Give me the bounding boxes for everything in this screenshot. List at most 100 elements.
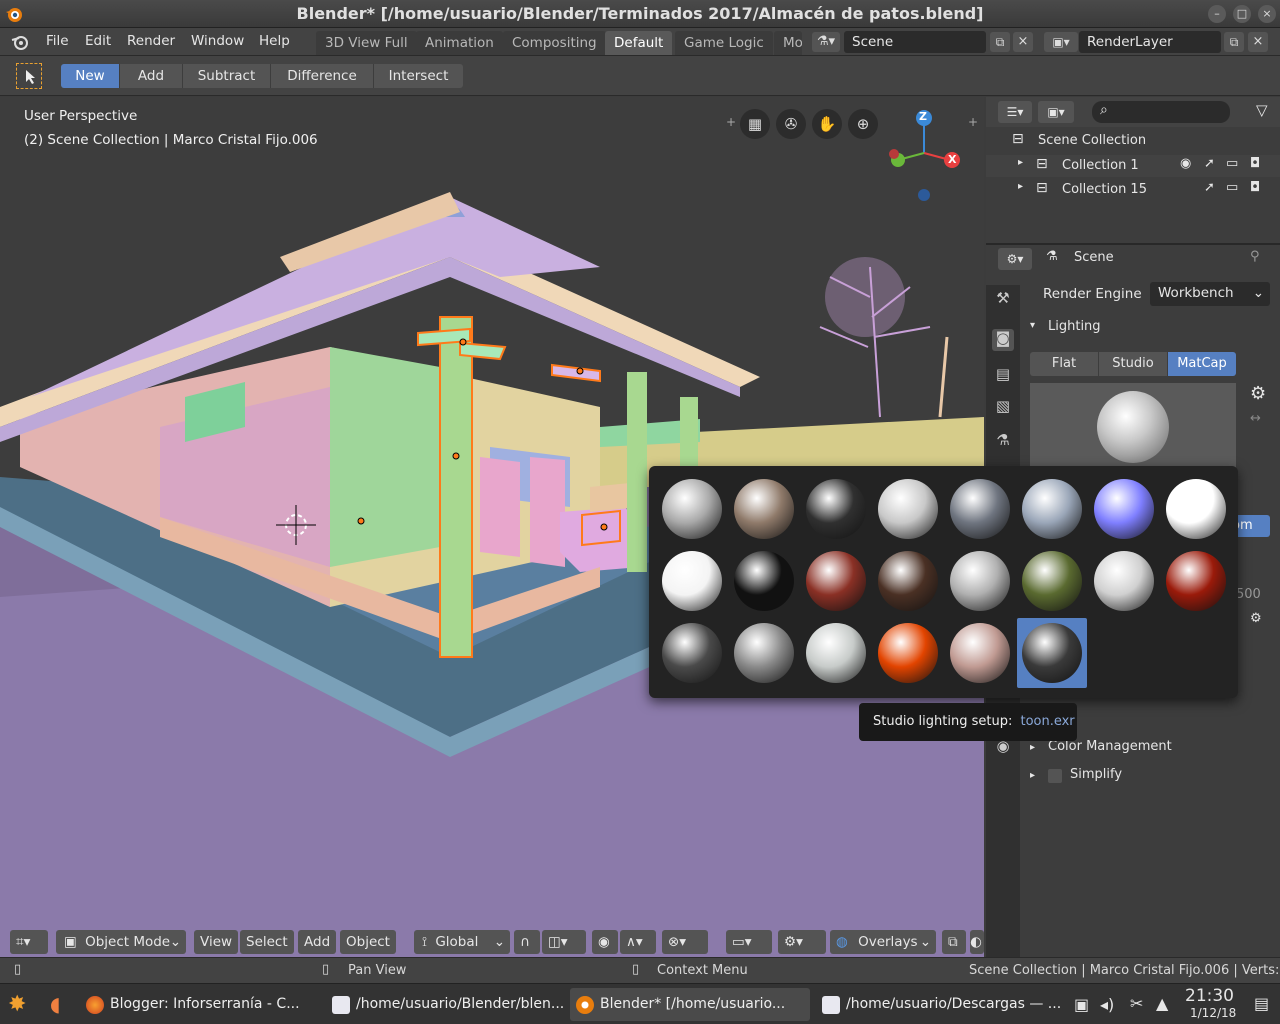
transform-orientation-selector[interactable]: ⟟ Global ⌄	[414, 930, 510, 954]
render-layer-selector[interactable]: RenderLayer	[1079, 31, 1221, 53]
minimize-button[interactable]: –	[1208, 5, 1226, 23]
dolphin-icon[interactable]: ◖	[50, 992, 72, 1016]
matcap-option-studio-silver[interactable]	[801, 618, 871, 688]
show-object-types-icon[interactable]: ▭▾	[726, 930, 772, 954]
notifications-icon[interactable]: ▣	[1074, 995, 1089, 1014]
shading-icon[interactable]: ◐	[970, 930, 984, 954]
difference-mode-button[interactable]: Difference	[271, 64, 374, 88]
outliner-item-collection-15[interactable]: ▸ ⊟ Collection 15 ➚ ▭ ◘	[986, 179, 1280, 201]
gizmo-toggle-icon[interactable]: ⚙▾	[778, 930, 826, 954]
menu-edit[interactable]: Edit	[85, 33, 111, 49]
matcap-option-clay-studio[interactable]	[657, 546, 727, 616]
falloff-icon[interactable]: ∧▾	[620, 930, 656, 954]
close-button[interactable]: ×	[1258, 5, 1276, 23]
render-layer-icon[interactable]: ▣▾	[1044, 32, 1078, 52]
matcap-option-clay-brown[interactable]	[945, 618, 1015, 688]
tab-game-logic[interactable]: Game Logic	[675, 31, 773, 55]
network-icon[interactable]: ▲	[1156, 994, 1168, 1013]
task-firefox[interactable]: Blogger: Inforserranía - C...	[80, 988, 320, 1021]
intersect-mode-button[interactable]: Intersect	[374, 64, 463, 88]
display-mode-icon[interactable]: ▣▾	[1038, 101, 1074, 123]
expand-left-icon[interactable]: +	[726, 115, 736, 129]
matcap-option-basic-1[interactable]	[657, 474, 727, 544]
output-tab-icon[interactable]: ▤	[992, 365, 1014, 387]
editor-type-icon[interactable]: ⌗▾	[10, 930, 48, 954]
camera-icon[interactable]: ◘	[1250, 156, 1260, 171]
new-mode-button[interactable]: New	[61, 64, 120, 88]
object-mode-selector[interactable]: ▣ Object Mode ⌄	[56, 930, 186, 954]
pin-icon[interactable]: ⚲	[1250, 249, 1260, 264]
zoom-icon[interactable]: ⊕	[848, 109, 878, 139]
filter-icon[interactable]: ▽	[1256, 101, 1268, 119]
pivot-icon[interactable]: ⊗▾	[662, 930, 708, 954]
matcap-option-basic-2[interactable]	[729, 474, 799, 544]
select-arrow-icon[interactable]: ➚	[1204, 156, 1215, 171]
expand-arrow-icon[interactable]: ▸	[1018, 181, 1023, 192]
expand-arrow-icon[interactable]: ▸	[1018, 157, 1023, 168]
menu-view[interactable]: View	[194, 930, 239, 954]
lighting-flat-button[interactable]: Flat	[1030, 352, 1098, 376]
monitor-icon[interactable]: ▭	[1226, 156, 1238, 171]
outliner-item-scene-collection[interactable]: ⊟ Scene Collection	[1012, 131, 1280, 153]
menu-window[interactable]: Window	[191, 33, 244, 49]
proportional-edit-icon[interactable]: ◉	[592, 930, 618, 954]
scene-tab-icon[interactable]: ⚗	[992, 431, 1014, 453]
blender-menu-icon[interactable]	[10, 33, 30, 51]
task-file-manager-2[interactable]: /home/usuario/Descargas — ...	[816, 988, 1060, 1021]
outliner-search-input[interactable]: ⌕	[1092, 101, 1230, 123]
matcap-option-basic-side[interactable]	[873, 474, 943, 544]
render-tab-icon[interactable]: ◙	[992, 329, 1014, 351]
select-box-tool-icon[interactable]	[16, 63, 42, 89]
matcap-option-basic-dark[interactable]	[801, 474, 871, 544]
matcap-option-reflection-check[interactable]	[1089, 546, 1159, 616]
menu-render[interactable]: Render	[127, 33, 175, 49]
camera-view-icon[interactable]: ✇	[776, 109, 806, 139]
view-layer-tab-icon[interactable]: ▧	[992, 397, 1014, 419]
select-arrow-icon[interactable]: ➚	[1204, 180, 1215, 195]
tab-default[interactable]: Default	[605, 31, 673, 55]
scene-selector[interactable]: Scene	[844, 31, 986, 53]
scene-icon[interactable]: ⚗▾	[812, 32, 840, 52]
kde-menu-icon[interactable]: ✸	[8, 992, 34, 1018]
tab-compositing[interactable]: Compositing	[503, 31, 606, 55]
clock-time[interactable]: 21:30	[1185, 986, 1234, 1006]
pan-hand-icon[interactable]: ✋	[812, 109, 842, 139]
panel-settings-icon[interactable]: ▤	[1254, 994, 1269, 1013]
new-scene-icon[interactable]: ⧉	[990, 32, 1010, 52]
lighting-matcap-button[interactable]: MatCap	[1168, 352, 1236, 376]
matcap-option-skin[interactable]	[657, 618, 727, 688]
clipboard-icon[interactable]: ✂	[1130, 994, 1143, 1013]
matcap-option-resin[interactable]	[1161, 546, 1231, 616]
tab-animation[interactable]: Animation	[416, 31, 503, 55]
eye-icon[interactable]: ◉	[1180, 156, 1191, 171]
task-file-manager-1[interactable]: /home/usuario/Blender/blen...	[326, 988, 566, 1021]
simplify-header[interactable]: ▸ Simplify	[1030, 767, 1278, 789]
menu-object[interactable]: Object	[340, 930, 396, 954]
tab-3d-view-full[interactable]: 3D View Full	[316, 31, 417, 55]
properties-editor-icon[interactable]: ⚙▾	[998, 248, 1032, 270]
snap-target-icon[interactable]: ◫▾	[542, 930, 586, 954]
matcap-option-metal-lead[interactable]	[945, 546, 1015, 616]
menu-file[interactable]: File	[46, 33, 69, 49]
color-management-header[interactable]: ▸ Color Management	[1030, 739, 1278, 761]
add-mode-button[interactable]: Add	[120, 64, 183, 88]
simplify-checkbox[interactable]	[1048, 769, 1062, 783]
gear-icon[interactable]: ⚙	[1250, 611, 1262, 626]
delete-scene-icon[interactable]: ×	[1013, 32, 1033, 52]
menu-help[interactable]: Help	[259, 33, 290, 49]
matcap-option-toon[interactable]	[1017, 618, 1087, 688]
render-engine-selector[interactable]: Workbench ⌄	[1150, 282, 1270, 306]
outliner-item-collection-1[interactable]: ▸ ⊟ Collection 1 ◉ ➚ ▭ ◘	[986, 155, 1280, 177]
menu-select[interactable]: Select	[240, 930, 294, 954]
gear-icon[interactable]: ⚙	[1250, 383, 1266, 404]
matcap-preview[interactable]	[1030, 383, 1236, 473]
matcap-option-check-normal-y[interactable]	[1089, 474, 1159, 544]
matcap-option-orange[interactable]	[873, 618, 943, 688]
matcap-option-metal-carpaint[interactable]	[801, 546, 871, 616]
maximize-button[interactable]: □	[1233, 5, 1251, 23]
matcap-option-toon-ball[interactable]	[729, 618, 799, 688]
matcap-option-jade[interactable]	[729, 546, 799, 616]
flip-icon[interactable]: ↔	[1250, 411, 1261, 426]
lighting-panel-header[interactable]: ▾ Lighting	[1030, 317, 1278, 339]
matcap-option-metal-anisotropic[interactable]	[873, 546, 943, 616]
